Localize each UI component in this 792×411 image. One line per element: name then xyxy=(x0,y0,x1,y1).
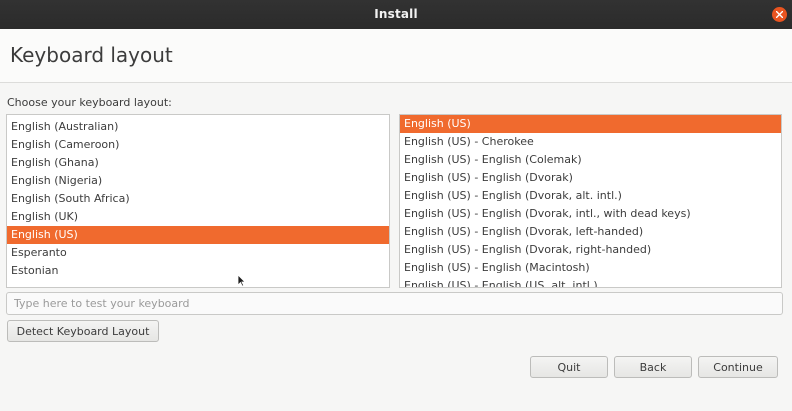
list-item[interactable]: English (Australian) xyxy=(7,118,389,136)
keyboard-test-input[interactable] xyxy=(6,292,783,315)
layout-prompt-label: Choose your keyboard layout: xyxy=(7,96,172,109)
list-item[interactable]: English (US) - English (Macintosh) xyxy=(400,259,781,277)
page-title: Keyboard layout xyxy=(10,43,173,67)
list-item[interactable] xyxy=(7,280,389,287)
list-item[interactable]: Esperanto xyxy=(7,244,389,262)
list-item[interactable]: Estonian xyxy=(7,262,389,280)
quit-button[interactable]: Quit xyxy=(530,356,608,378)
list-item[interactable]: English (Cameroon) xyxy=(7,136,389,154)
back-button[interactable]: Back xyxy=(614,356,692,378)
window-title: Install xyxy=(374,7,418,21)
continue-button[interactable]: Continue xyxy=(698,356,778,378)
list-item[interactable]: English (US) - English (Dvorak, left-han… xyxy=(400,223,781,241)
list-item[interactable]: English (Ghana) xyxy=(7,154,389,172)
list-item[interactable]: English (US) - Cherokee xyxy=(400,133,781,151)
list-item[interactable]: English (US) - English (Dvorak, intl., w… xyxy=(400,205,781,223)
list-item[interactable]: English (US) xyxy=(7,226,389,244)
list-item[interactable]: English (US) - English (Dvorak) xyxy=(400,169,781,187)
title-bar[interactable]: Install xyxy=(0,0,792,29)
list-item[interactable]: English (South Africa) xyxy=(7,190,389,208)
list-item[interactable]: English (US) xyxy=(400,115,781,133)
list-item[interactable]: English (US) - English (Dvorak, alt. int… xyxy=(400,187,781,205)
installer-window: Install Keyboard layout Choose your keyb… xyxy=(0,0,792,411)
list-item[interactable]: English (US) - English (Dvorak, right-ha… xyxy=(400,241,781,259)
layout-list[interactable]: English (Australian) English (Cameroon) En… xyxy=(6,114,390,288)
close-icon xyxy=(776,11,783,18)
detect-keyboard-layout-button[interactable]: Detect Keyboard Layout xyxy=(7,320,159,342)
mouse-pointer-icon xyxy=(237,274,246,287)
variant-list[interactable]: English (US) English (US) - Cherokee Engli… xyxy=(399,114,782,288)
list-item[interactable]: English (US) - English (Colemak) xyxy=(400,151,781,169)
list-item[interactable]: English (Nigeria) xyxy=(7,172,389,190)
page-header: Keyboard layout xyxy=(0,29,792,83)
close-button[interactable] xyxy=(772,7,787,22)
list-item[interactable]: English (UK) xyxy=(7,208,389,226)
list-item[interactable]: English (US) - English (US, alt. intl.) xyxy=(400,277,781,287)
